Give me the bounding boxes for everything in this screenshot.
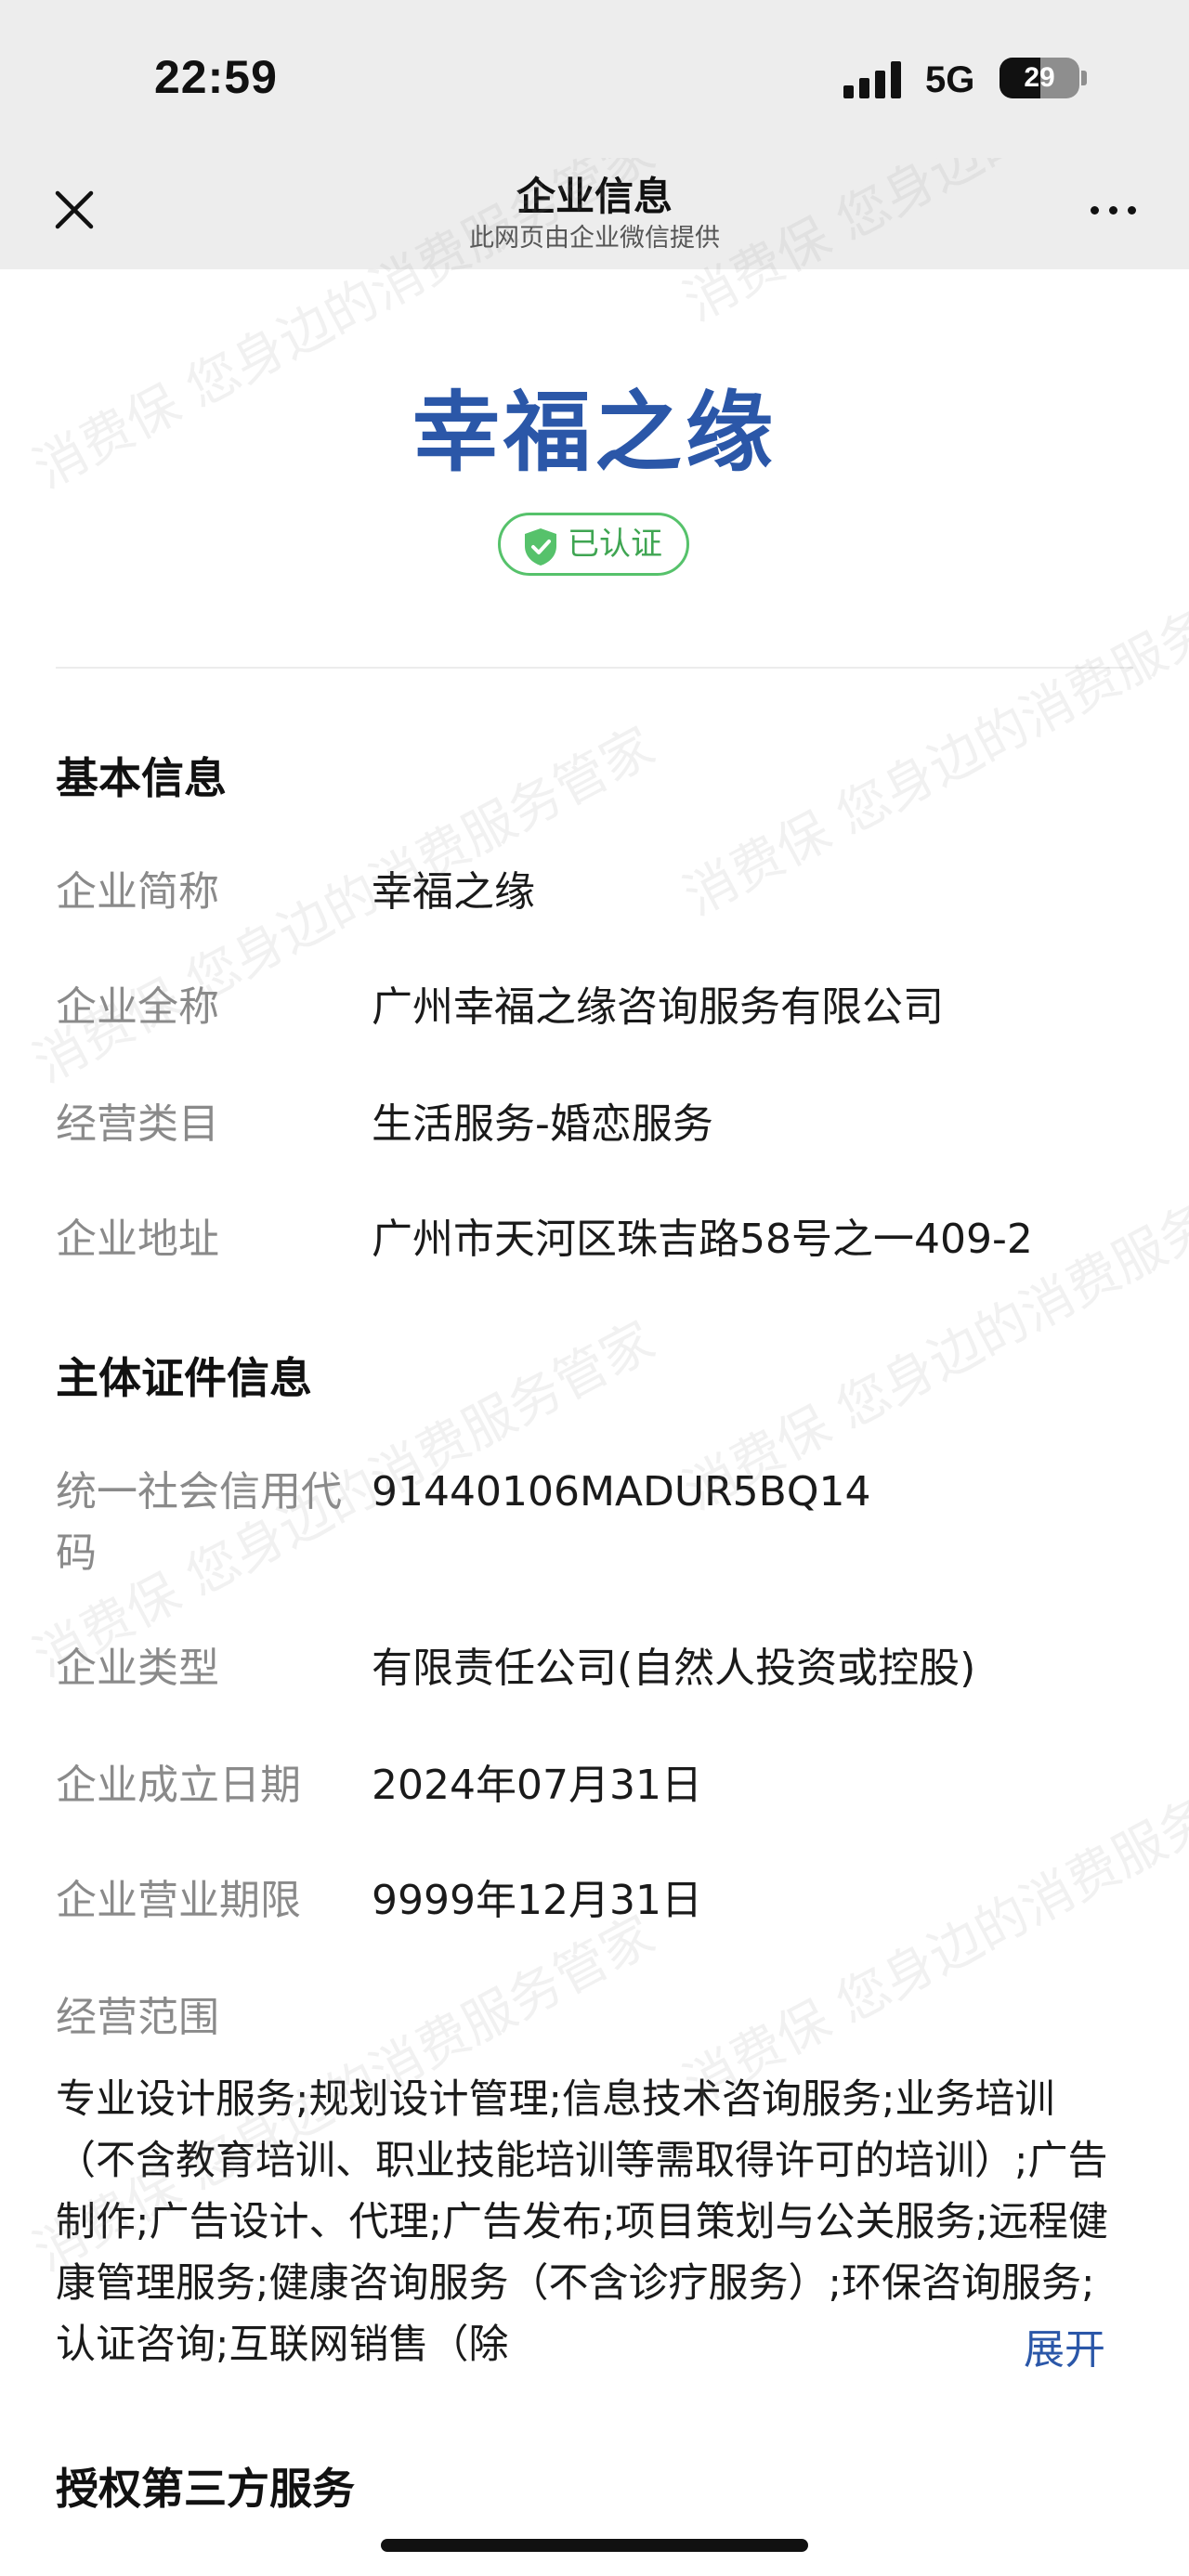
label-credit-code: 统一社会信用代码 [56,1468,342,1577]
value-business-term: 9999年12月31日 [372,1877,702,1924]
home-indicator[interactable] [381,2539,808,2552]
network-type: 5G [925,59,975,100]
label-full-name: 企业全称 [56,983,219,1031]
more-dots-icon[interactable] [1087,186,1146,232]
business-scope-text: 专业设计服务;规划设计管理;信息技术咨询服务;业务培训（不含教育培训、职业技能培… [56,2076,1108,2368]
company-name-title: 幸福之缘 [412,383,777,484]
signal-icon [843,61,903,98]
value-address: 广州市天河区珠吉路58号之一409-2 [372,1216,1033,1263]
value-short-name: 幸福之缘 [372,868,535,916]
verified-label: 已认证 [568,526,662,563]
nav-bar: 企业信息 此网页由企业微信提供 [0,158,1189,269]
value-business-category: 生活服务-婚恋服务 [372,1100,713,1148]
status-bar: 22:59 5G 29 [0,0,1189,158]
value-credit-code: 91440106MADUR5BQ14 [372,1468,871,1516]
label-business-scope: 经营范围 [56,1994,219,2041]
page-title: 企业信息 [516,174,673,219]
label-company-type: 企业类型 [56,1645,219,1692]
label-business-category: 经营类目 [56,1100,219,1148]
page-subtitle: 此网页由企业微信提供 [469,224,720,253]
value-founded-date: 2024年07月31日 [372,1762,702,1809]
label-business-term: 企业营业期限 [56,1877,301,1924]
section-title-basic-info: 基本信息 [56,753,227,803]
divider [56,667,1133,669]
label-address: 企业地址 [56,1216,219,1263]
section-title-third-party: 授权第三方服务 [56,2464,355,2514]
value-company-type: 有限责任公司(自然人投资或控股) [372,1645,976,1692]
shield-check-icon [525,528,556,566]
battery-icon: 29 [1000,58,1079,98]
label-short-name: 企业简称 [56,868,219,916]
value-full-name: 广州幸福之缘咨询服务有限公司 [372,983,944,1031]
status-time: 22:59 [154,51,278,103]
battery-level: 29 [1024,62,1055,93]
verified-badge: 已认证 [498,513,689,576]
expand-link[interactable]: 展开 [1011,2320,1105,2381]
section-title-license-info: 主体证件信息 [56,1353,312,1403]
label-founded-date: 企业成立日期 [56,1762,301,1809]
